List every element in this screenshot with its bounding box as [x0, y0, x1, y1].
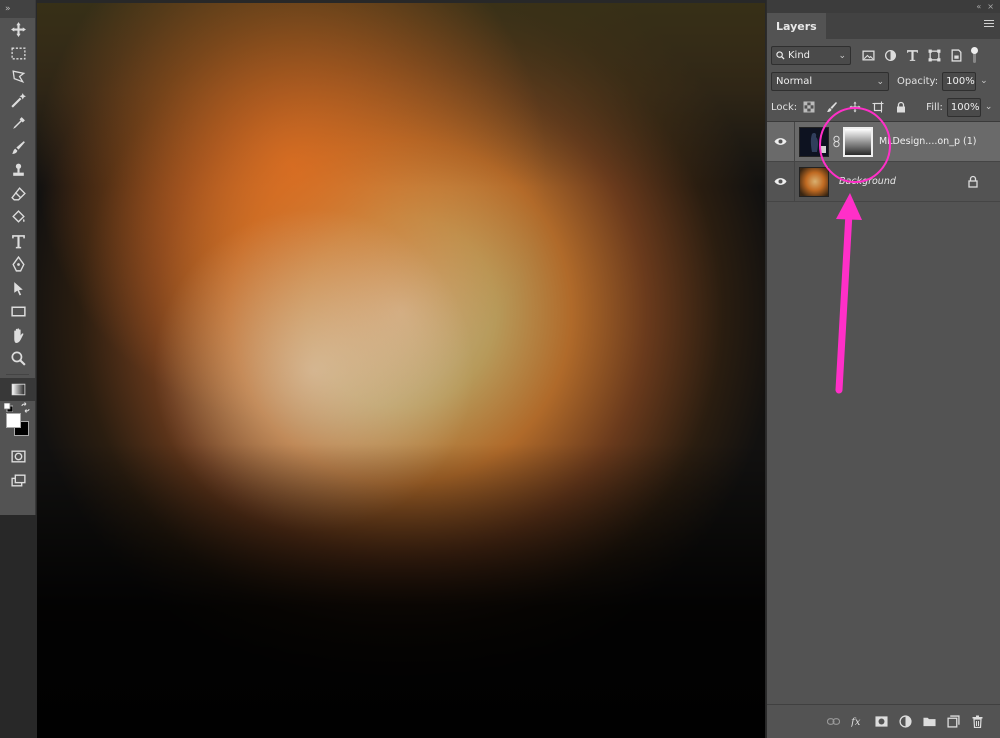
- tools-panel: »: [0, 0, 36, 515]
- blend-mode-dropdown[interactable]: Normal ⌄: [771, 71, 889, 91]
- collapse-panels-icon[interactable]: «: [976, 2, 981, 11]
- toolbar-header: »: [0, 0, 35, 18]
- lock-artboard-icon[interactable]: [870, 100, 885, 115]
- default-colors-icon[interactable]: [4, 403, 13, 412]
- lock-image-icon[interactable]: [824, 100, 839, 115]
- lock-row: Lock: Fill: 100% ⌄: [767, 94, 1000, 120]
- pixel-filter-icon[interactable]: [861, 48, 876, 63]
- adjustment-layer-icon[interactable]: [898, 714, 913, 729]
- swap-colors-icon[interactable]: [20, 402, 31, 413]
- link-layers-icon[interactable]: [826, 714, 841, 729]
- layer-row[interactable]: MLDesign....on_p (1): [767, 121, 1000, 162]
- zoom-icon[interactable]: [0, 347, 36, 371]
- lock-options: [801, 100, 908, 115]
- layer-name[interactable]: Background: [839, 176, 896, 187]
- mask-link-icon[interactable]: [831, 134, 841, 150]
- pen-icon[interactable]: [0, 253, 36, 277]
- lock-all-icon[interactable]: [893, 100, 908, 115]
- chevron-down-icon: ⌄: [838, 50, 846, 61]
- type-icon[interactable]: [0, 230, 36, 254]
- path-select-icon[interactable]: [0, 277, 36, 301]
- hand-icon[interactable]: [0, 324, 36, 348]
- layer-mask-thumbnail[interactable]: [843, 126, 873, 157]
- dock-header: « ×: [767, 0, 1000, 13]
- color-swatches: [0, 401, 36, 445]
- fill-field[interactable]: 100%: [946, 97, 981, 117]
- add-mask-icon[interactable]: [874, 714, 889, 729]
- gradient-icon[interactable]: [0, 377, 36, 401]
- layer-name[interactable]: MLDesign....on_p (1): [879, 136, 976, 147]
- panel-tab-bar: Layers: [767, 13, 1000, 39]
- lock-position-icon[interactable]: [847, 100, 862, 115]
- fill-value: 100%: [950, 101, 980, 113]
- layer-row[interactable]: Background: [767, 161, 1000, 202]
- close-icon[interactable]: ×: [987, 2, 994, 11]
- layer-thumbnail[interactable]: [799, 126, 829, 157]
- magic-wand-icon[interactable]: [0, 89, 36, 113]
- delete-layer-icon[interactable]: [970, 714, 985, 729]
- blend-row: Normal ⌄ Opacity: 100% ⌄: [767, 68, 1000, 94]
- fill-label: Fill:: [926, 101, 943, 113]
- foreground-color-swatch[interactable]: [6, 413, 21, 428]
- lock-transparent-icon[interactable]: [801, 100, 816, 115]
- quick-mask-icon[interactable]: [0, 445, 36, 469]
- lock-icon: [968, 175, 978, 188]
- marquee-icon[interactable]: [0, 42, 36, 66]
- layers-list: MLDesign....on_p (1) Background: [767, 121, 1000, 707]
- svg-text:fx: fx: [851, 717, 861, 728]
- layers-panel: « × Layers Kind ⌄ Normal ⌄ Opacity: 100%…: [766, 0, 1000, 738]
- new-layer-icon[interactable]: [946, 714, 961, 729]
- rectangle-icon[interactable]: [0, 300, 36, 324]
- new-group-icon[interactable]: [922, 714, 937, 729]
- filter-kind-value: Kind: [788, 49, 811, 61]
- opacity-chevron-icon[interactable]: ⌄: [980, 76, 988, 86]
- fill-chevron-icon[interactable]: ⌄: [985, 102, 993, 112]
- search-icon: [776, 50, 785, 60]
- canvas-area[interactable]: [37, 0, 765, 738]
- screen-mode-icon[interactable]: [0, 469, 36, 493]
- opacity-label: Opacity:: [897, 75, 939, 87]
- filter-toggle[interactable]: [971, 47, 978, 63]
- adjustment-filter-icon[interactable]: [883, 48, 898, 63]
- tab-layers[interactable]: Layers: [767, 13, 826, 39]
- layers-panel-footer: fx: [767, 704, 1000, 738]
- type-filter-icon[interactable]: [905, 48, 920, 63]
- filter-type-icons: [861, 47, 978, 63]
- eraser-icon[interactable]: [0, 183, 36, 207]
- eyedropper-icon[interactable]: [0, 112, 36, 136]
- paint-bucket-icon[interactable]: [0, 206, 36, 230]
- photoshop-window: » « × Layers Kind ⌄ Normal ⌄ Opacity: 10…: [0, 0, 1000, 738]
- blend-mode-value: Normal: [776, 75, 813, 87]
- opacity-field[interactable]: 100%: [942, 71, 977, 91]
- toolbar-divider: [6, 373, 29, 375]
- filter-kind-dropdown[interactable]: Kind ⌄: [771, 45, 851, 65]
- chevron-down-icon: ⌄: [876, 76, 884, 87]
- shape-filter-icon[interactable]: [927, 48, 942, 63]
- panel-menu-icon[interactable]: [984, 20, 994, 30]
- move-icon[interactable]: [0, 18, 36, 42]
- brush-icon[interactable]: [0, 136, 36, 160]
- stamp-icon[interactable]: [0, 159, 36, 183]
- document-image[interactable]: [37, 3, 765, 738]
- layer-style-fx-icon[interactable]: fx: [850, 714, 865, 729]
- lasso-icon[interactable]: [0, 65, 36, 89]
- lock-label: Lock:: [771, 101, 798, 113]
- layer-filter-row: Kind ⌄: [767, 42, 1000, 68]
- collapse-icon[interactable]: »: [5, 4, 11, 14]
- layer-thumbnail[interactable]: [799, 166, 829, 197]
- smart-object-filter-icon[interactable]: [949, 48, 964, 63]
- opacity-value: 100%: [946, 75, 975, 87]
- visibility-eye-icon[interactable]: [767, 121, 795, 162]
- visibility-eye-icon[interactable]: [767, 161, 795, 202]
